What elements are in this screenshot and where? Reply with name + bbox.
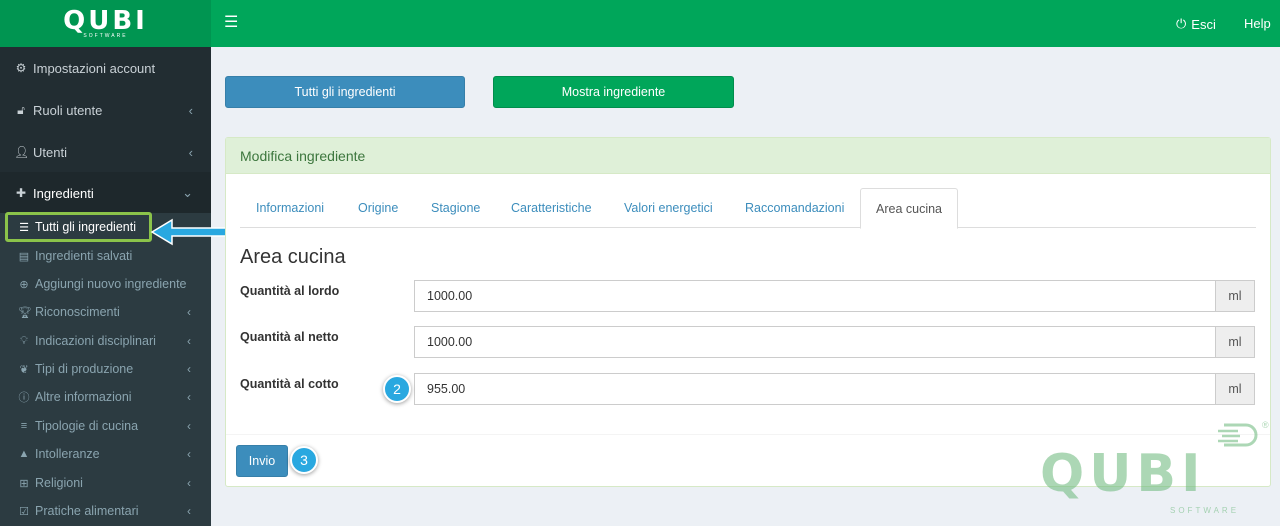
top-navbar: QUBI SOFTWARE ☰ ⏻ Esci Help — [0, 0, 1280, 47]
submenu-item-label: Ingredienti salvati — [35, 249, 133, 263]
submenu-item-label: Tipi di produzione — [35, 362, 134, 376]
logo-text: QUBI — [63, 6, 148, 36]
section-title: Area cucina — [240, 246, 346, 268]
plus-circle-icon: ⊕ — [19, 278, 29, 291]
unit-addon: ml — [1215, 280, 1255, 312]
warning-icon: ▲ — [18, 448, 30, 460]
chevron-left-icon: ‹ — [187, 419, 191, 433]
chevron-left-icon: ‹ — [187, 476, 191, 490]
logout-label: Esci — [1191, 16, 1216, 32]
check-square-icon: ☑ — [19, 505, 29, 518]
submit-button[interactable]: Invio — [236, 445, 288, 477]
submenu-item-aggiungi-nuovo-ingrediente[interactable]: ⊕ Aggiungi nuovo ingrediente — [0, 270, 211, 298]
show-ingredient-button[interactable]: Mostra ingrediente — [493, 76, 734, 108]
tab-bar: Informazioni Origine Stagione Caratteris… — [240, 188, 1256, 229]
ingredienti-submenu: ☰ Tutti gli ingredienti ▤ Ingredienti sa… — [0, 213, 211, 526]
chevron-left-icon: ‹ — [188, 102, 193, 118]
sidebar-item-label: Ruoli utente — [33, 102, 103, 118]
logo[interactable]: QUBI SOFTWARE — [0, 0, 211, 47]
submenu-item-label: Religioni — [35, 476, 83, 490]
leaf-icon: ❦ — [19, 363, 29, 376]
plus-square-icon: ⊞ — [19, 477, 29, 490]
user-icon: 👤︎ — [14, 145, 30, 159]
submenu-item-label: Riconoscimenti — [35, 305, 120, 319]
sidebar-item-label: Impostazioni account — [33, 60, 156, 76]
submenu-item-altre-informazioni[interactable]: ⓘ Altre informazioni ‹ — [0, 383, 211, 411]
quantita-netto-input[interactable] — [414, 326, 1215, 358]
submenu-item-label: Indicazioni disciplinari — [35, 334, 156, 348]
label-quantita-cotto: Quantità al cotto — [240, 377, 339, 391]
watermark-text: QUBI — [1040, 444, 1206, 504]
submenu-item-label: Tipologie di cucina — [35, 419, 139, 433]
unit-addon: ml — [1215, 373, 1255, 405]
help-link[interactable]: Help — [1244, 16, 1271, 31]
chevron-left-icon: ‹ — [188, 144, 193, 160]
label-quantita-netto: Quantità al netto — [240, 330, 339, 344]
trophy-icon: 🏆︎ — [18, 306, 32, 319]
input-group-netto: ml — [414, 326, 1255, 358]
chevron-left-icon: ‹ — [187, 305, 191, 319]
chevron-left-icon: ‹ — [187, 334, 191, 348]
tab-raccomandazioni[interactable]: Raccomandazioni — [730, 188, 859, 228]
sidebar-item-utenti[interactable]: 👤︎ Utenti ‹ — [0, 131, 211, 173]
input-group-lordo: ml — [414, 280, 1255, 312]
logout-button[interactable]: ⏻ Esci — [1176, 16, 1216, 32]
sidebar: ⚙ Impostazioni account 🔓︎ Ruoli utente ‹… — [0, 47, 211, 526]
chevron-down-icon: ⌄ — [182, 185, 193, 200]
tab-informazioni[interactable]: Informazioni — [241, 188, 339, 228]
submenu-item-riconoscimenti[interactable]: 🏆︎ Riconoscimenti ‹ — [0, 298, 211, 326]
sidebar-item-ingredienti[interactable]: ✚ Ingredienti ⌄ — [0, 172, 211, 214]
step-badge-2: 2 — [383, 375, 411, 403]
watermark-subtitle: SOFTWARE — [1170, 506, 1240, 515]
sidebar-item-label: Utenti — [33, 144, 67, 160]
chevron-left-icon: ‹ — [187, 447, 191, 461]
submenu-item-tipologie-di-cucina[interactable]: ≡ Tipologie di cucina ‹ — [0, 412, 211, 440]
submenu-item-religioni[interactable]: ⊞ Religioni ‹ — [0, 469, 211, 497]
align-left-icon: ≡ — [20, 420, 28, 432]
puzzle-icon: ✚ — [15, 186, 27, 200]
sidebar-item-label: Ingredienti — [33, 185, 94, 201]
list-icon: ☰ — [19, 221, 29, 234]
box-title: Modifica ingrediente — [226, 138, 1270, 174]
sidebar-item-ruoli-utente[interactable]: 🔓︎ Ruoli utente ‹ — [0, 89, 211, 131]
hamburger-menu-icon[interactable]: ☰ — [224, 14, 238, 32]
tab-caratteristiche[interactable]: Caratteristiche — [496, 188, 607, 228]
quantita-cotto-input[interactable] — [414, 373, 1215, 405]
power-icon: ⏻ — [1176, 16, 1187, 31]
tab-stagione[interactable]: Stagione — [416, 188, 495, 228]
submenu-item-tipi-di-produzione[interactable]: ❦ Tipi di produzione ‹ — [0, 355, 211, 383]
all-ingredients-button[interactable]: Tutti gli ingredienti — [225, 76, 465, 108]
submenu-item-label: Tutti gli ingredienti — [35, 220, 136, 234]
submenu-item-indicazioni-disciplinari[interactable]: 💡︎ Indicazioni disciplinari ‹ — [0, 327, 211, 355]
tab-area-cucina[interactable]: Area cucina — [860, 188, 959, 229]
submenu-item-ingredienti-salvati[interactable]: ▤ Ingredienti salvati — [0, 242, 211, 270]
lightbulb-icon: 💡︎ — [20, 334, 28, 347]
sidebar-item-impostazioni-account[interactable]: ⚙ Impostazioni account — [0, 47, 211, 89]
gear-icon: ⚙ — [15, 61, 27, 75]
submenu-item-label: Altre informazioni — [35, 390, 132, 404]
archive-icon: ▤ — [18, 250, 30, 263]
unlock-icon: 🔓︎ — [17, 102, 25, 117]
quantita-lordo-input[interactable] — [414, 280, 1215, 312]
submenu-item-pratiche-alimentari[interactable]: ☑ Pratiche alimentari ‹ — [0, 497, 211, 525]
submenu-item-label: Pratiche alimentari — [35, 504, 139, 518]
info-icon: ⓘ — [18, 392, 30, 404]
submenu-item-label: Aggiungi nuovo ingrediente — [35, 277, 187, 291]
tab-valori-energetici[interactable]: Valori energetici — [609, 188, 728, 228]
qubi-watermark-logo: ® QUBI SOFTWARE — [1040, 420, 1270, 520]
logo-subtitle: SOFTWARE — [83, 33, 128, 39]
submenu-item-label: Intolleranze — [35, 447, 100, 461]
chevron-left-icon: ‹ — [187, 362, 191, 376]
chevron-left-icon: ‹ — [187, 390, 191, 404]
label-quantita-lordo: Quantità al lordo — [240, 284, 340, 298]
tab-origine[interactable]: Origine — [343, 188, 413, 228]
registered-mark: ® — [1262, 420, 1269, 430]
step-badge-3: 3 — [290, 446, 318, 474]
unit-addon: ml — [1215, 326, 1255, 358]
chevron-left-icon: ‹ — [187, 504, 191, 518]
submenu-item-intolleranze[interactable]: ▲ Intolleranze ‹ — [0, 440, 211, 468]
input-group-cotto: ml — [414, 373, 1255, 405]
